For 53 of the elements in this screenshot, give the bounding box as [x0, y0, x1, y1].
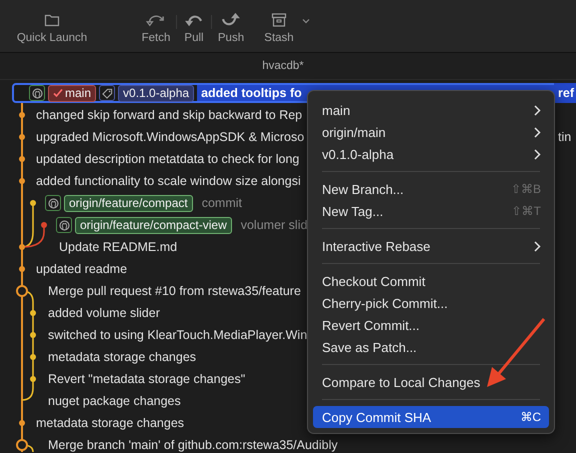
arrow-annotation	[484, 317, 548, 389]
tag-label[interactable]: v0.1.0-alpha	[118, 84, 194, 102]
tag-icon	[99, 85, 116, 101]
toolbar-button[interactable]: Push	[212, 0, 250, 44]
toolbar-button[interactable]: Quick Launch	[12, 0, 92, 44]
commit-message: added functionality to scale window size alongsi	[36, 174, 301, 188]
commit-message: Merge pull request #10 from rstewa35/feature	[48, 284, 301, 298]
commit-message: updated description metatdata to check for long	[36, 152, 300, 166]
branch-label[interactable]: origin/feature/compact	[64, 194, 193, 212]
shortcut-label: ⇧⌘T	[512, 204, 541, 218]
push-icon	[220, 12, 242, 28]
folder-icon	[44, 12, 60, 28]
toolbar-button[interactable]: Stash	[256, 0, 302, 44]
shortcut-label: ⇧⌘B	[510, 182, 541, 196]
commit-message: tin	[558, 130, 572, 144]
menu-item[interactable]: Save as Patch...	[313, 336, 549, 358]
branch-label[interactable]: origin/feature/compact-view	[75, 216, 232, 234]
menu-item[interactable]: Revert Commit...	[313, 314, 549, 336]
commit-message: ref	[554, 83, 576, 103]
commit-message: volumer slid	[240, 218, 308, 232]
commit-message: commit	[202, 196, 242, 210]
repository-tab[interactable]: hvacdb*	[262, 60, 304, 72]
menu-item[interactable]: Compare to Local Changes	[313, 371, 549, 393]
chevron-right-icon	[534, 126, 541, 138]
caret-icon[interactable]	[302, 18, 310, 24]
toolbar-button[interactable]: Pull	[177, 0, 211, 44]
check-icon	[53, 88, 63, 98]
menu-item[interactable]: New Branch... ⇧⌘B	[313, 178, 549, 200]
toolbar-button[interactable]: Fetch	[136, 0, 176, 44]
chevron-right-icon	[534, 104, 541, 116]
commit-message: switched to using KlearTouch.MediaPlayer.Win	[48, 328, 308, 342]
shortcut-label: ⌘C	[520, 410, 541, 424]
commit-message: metadata storage changes	[48, 350, 196, 364]
menu-item[interactable]: New Tag... ⇧⌘T	[313, 200, 549, 222]
commit-message: metadata storage changes	[36, 416, 184, 430]
commit-message: Revert "metadata storage changes"	[48, 372, 246, 386]
chevron-right-icon	[534, 148, 541, 160]
branch-label[interactable]: main	[48, 84, 96, 102]
commit-message: added volume slider	[48, 306, 160, 320]
menu-item[interactable]: origin/main	[313, 121, 549, 143]
menu-item[interactable]: Cherry-pick Commit...	[313, 292, 549, 314]
commit-message: nuget package changes	[48, 394, 181, 408]
menu-item[interactable]: v0.1.0-alpha	[313, 143, 549, 165]
commit-message: updated readme	[36, 262, 128, 276]
menu-item[interactable]: Copy Commit SHA ⌘C	[313, 406, 549, 428]
menu-item[interactable]: Interactive Rebase	[313, 235, 549, 257]
commit-message: changed skip forward and skip backward to Rep	[36, 108, 302, 122]
archive-icon	[271, 12, 287, 28]
commit-message: Merge branch 'main' of github.com:rstewa35/Audibly	[48, 438, 338, 452]
commit-message: upgraded Microsoft.WindowsAppSDK & Microso	[36, 130, 304, 144]
menu-item[interactable]: Checkout Commit	[313, 270, 549, 292]
chevron-right-icon	[534, 240, 541, 252]
commit-message: Update README.md	[59, 240, 178, 254]
